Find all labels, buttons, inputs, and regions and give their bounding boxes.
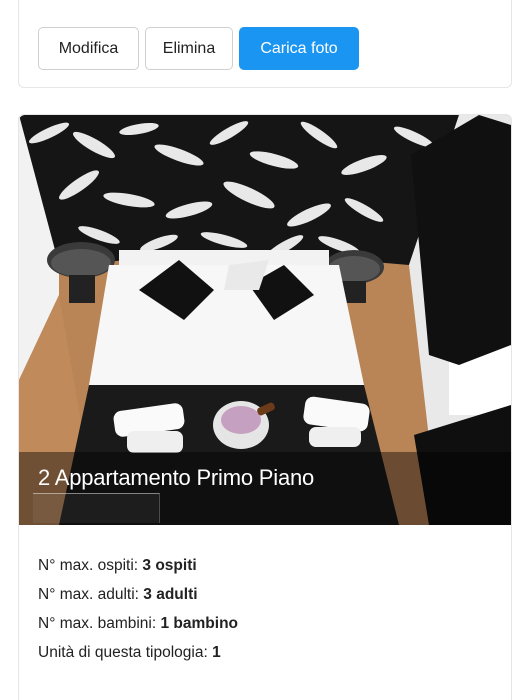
action-buttons: Modifica Elimina Carica foto: [38, 27, 359, 70]
upload-photo-button[interactable]: Carica foto: [239, 27, 359, 70]
room-card: 2 Appartamento Primo Piano N° max. ospit…: [18, 114, 512, 700]
detail-max-adults: N° max. adulti: 3 adulti: [38, 586, 198, 603]
delete-button[interactable]: Elimina: [145, 27, 233, 70]
room-title: 2 Appartamento Primo Piano: [38, 465, 315, 490]
room-details: N° max. ospiti: 3 ospiti N° max. adulti:…: [38, 551, 238, 667]
photo-progress-bar: [33, 493, 160, 523]
detail-max-children: N° max. bambini: 1 bambino: [38, 615, 239, 632]
edit-button[interactable]: Modifica: [38, 27, 139, 70]
detail-units: Unità di questa tipologia: 1: [38, 644, 221, 661]
detail-max-guests: N° max. ospiti: 3 ospiti: [38, 557, 197, 574]
